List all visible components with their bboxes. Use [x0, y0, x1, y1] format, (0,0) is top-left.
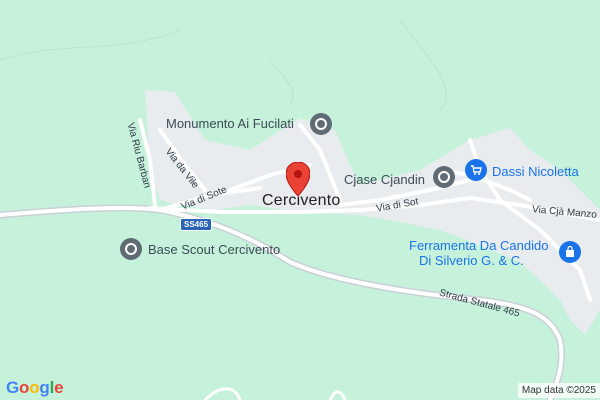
map-canvas[interactable]: Via Riu Barban Via da Vile Via di Sote V… [0, 0, 600, 400]
location-pin-icon[interactable] [286, 162, 310, 196]
google-letter: e [54, 378, 64, 397]
shopping-bag-icon[interactable] [559, 241, 581, 263]
google-letter: g [39, 378, 50, 397]
map-attribution[interactable]: Map data ©2025 [517, 383, 600, 398]
poi-label-base-scout[interactable]: Base Scout Cercivento [148, 242, 280, 257]
landmark-icon[interactable] [310, 113, 332, 135]
google-letter: o [29, 378, 40, 397]
google-letter: G [6, 378, 20, 397]
terrain-contour [0, 29, 181, 61]
poi-label-dassi[interactable]: Dassi Nicoletta [492, 164, 579, 179]
terrain-contour [399, 19, 447, 111]
trail [203, 387, 242, 400]
google-letter: o [19, 378, 30, 397]
shopping-cart-icon[interactable] [465, 159, 487, 181]
bag-glyph [566, 246, 574, 257]
google-logo: Google [6, 378, 64, 398]
poi-label-monumento[interactable]: Monumento Ai Fucilati [166, 116, 294, 131]
highway-shield-ss465: SS465 [180, 218, 213, 231]
landmark-icon[interactable] [120, 238, 142, 260]
terrain-contour [269, 59, 294, 106]
cart-glyph [471, 165, 482, 175]
poi-label-ferramenta-line2[interactable]: Di Silverio G. & C. [419, 253, 524, 268]
poi-label-ferramenta-line1[interactable]: Ferramenta Da Candido [409, 238, 548, 253]
trail [328, 390, 347, 400]
poi-label-cjase[interactable]: Cjase Cjandin [344, 172, 425, 187]
landmark-icon[interactable] [433, 166, 455, 188]
